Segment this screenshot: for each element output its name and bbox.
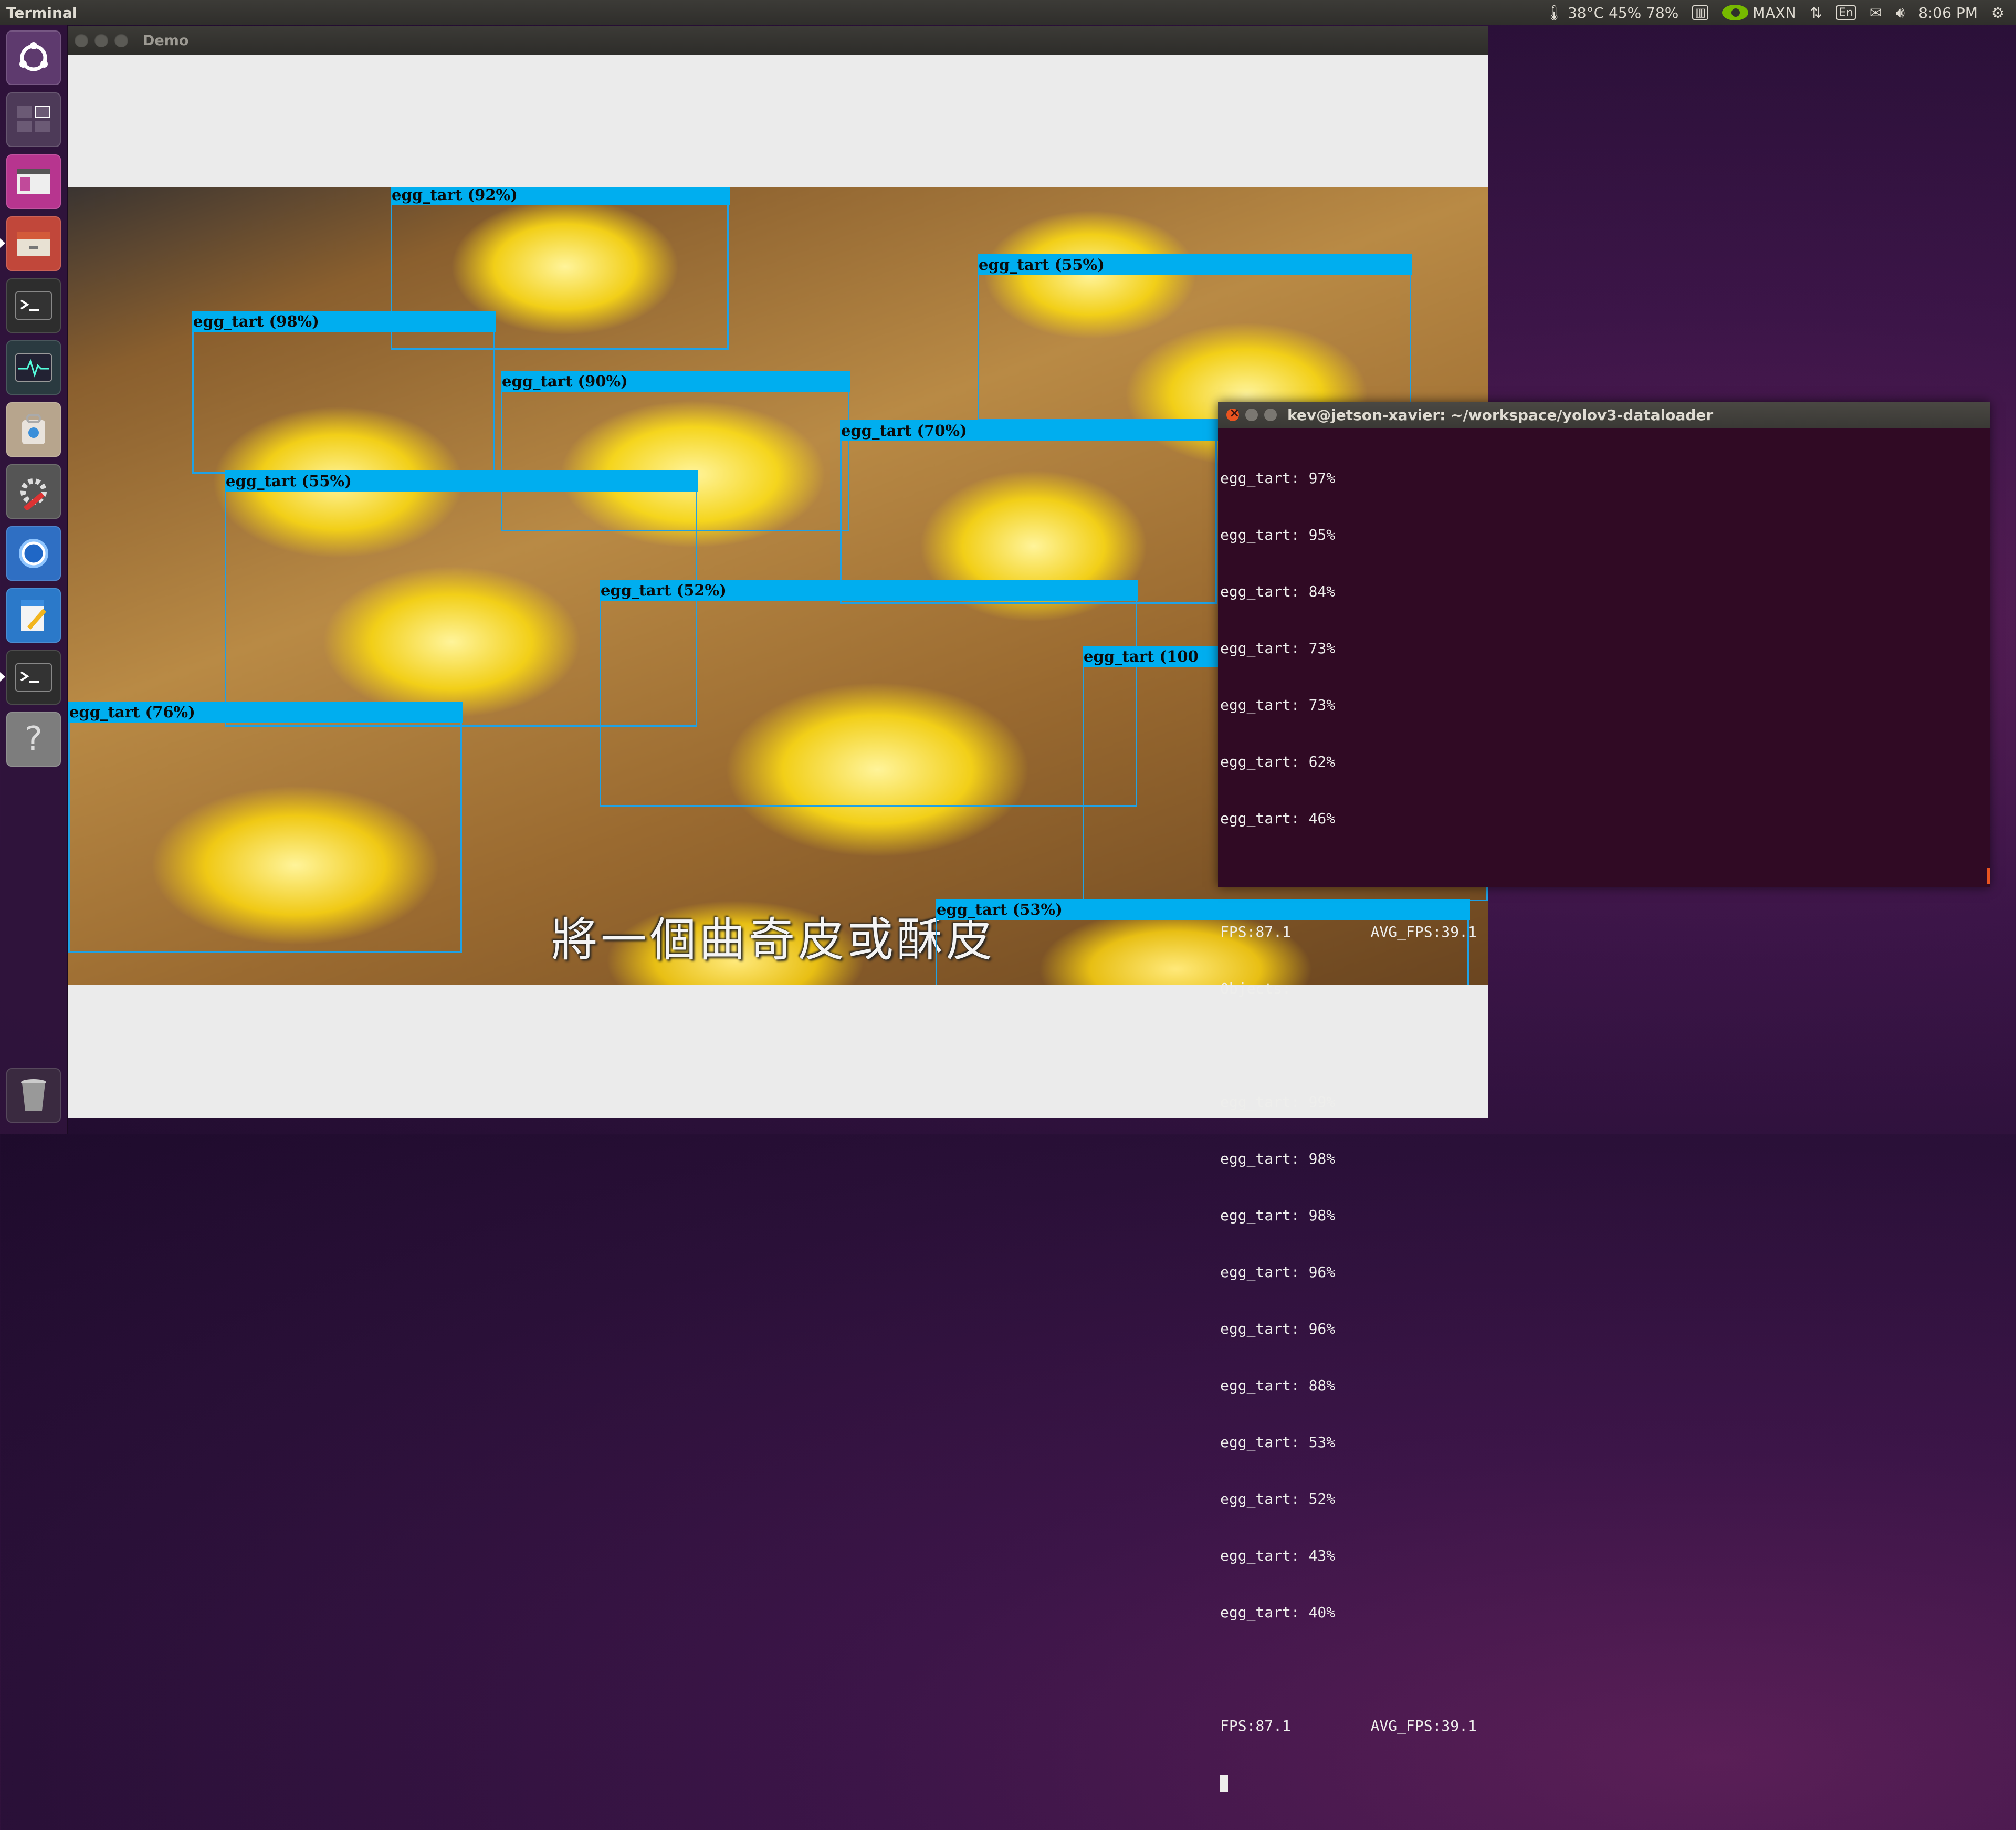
mail-icon[interactable]: ✉ [1870, 4, 1882, 22]
terminal-line: egg_tart: 96% [1220, 1263, 1336, 1281]
software-center-icon[interactable] [6, 402, 61, 457]
indicator-area: 🌡︎ 38°C 45% 78% ▥ MAXN ⇅ En ✉ 🔊︎ 8:06 PM… [1545, 4, 2016, 22]
detection-label: egg_tart (70%) [840, 420, 1218, 441]
terminal-line: egg_tart: 99% [1220, 1093, 1336, 1111]
terminal-line: egg_tart: 88% [1220, 1377, 1336, 1394]
terminal-titlebar[interactable]: kev@jetson-xavier: ~/workspace/yolov3-da… [1218, 402, 1990, 428]
detection-box: egg_tart (55%) [978, 254, 1412, 420]
running-indicator [0, 238, 5, 248]
terminal-prompt-line [1220, 1773, 1988, 1792]
minimize-button[interactable] [94, 34, 108, 47]
thermometer-icon: 🌡︎ [1545, 4, 1563, 22]
terminal-line: egg_tart: 52% [1220, 1490, 1336, 1508]
detection-box: egg_tart (76%) [68, 702, 463, 953]
detection-box: egg_tart (70%) [840, 420, 1218, 604]
minimize-button[interactable] [1245, 409, 1258, 421]
system-settings-icon[interactable] [6, 464, 61, 519]
detection-box: egg_tart (52%) [600, 580, 1138, 807]
terminal-output[interactable]: egg_tart: 97% egg_tart: 95% egg_tart: 84… [1218, 431, 1990, 1792]
terminal-line: egg_tart: 98% [1220, 1207, 1336, 1224]
terminal-line: egg_tart: 40% [1220, 1604, 1336, 1621]
detection-label: egg_tart (52%) [600, 580, 1138, 601]
detection-label: egg_tart (98%) [192, 311, 496, 332]
detection-label: egg_tart (55%) [225, 470, 698, 492]
scrollbar[interactable] [1987, 868, 1990, 884]
terminal-line: egg_tart: 46% [1220, 810, 1336, 827]
launcher: ? [0, 25, 68, 1134]
detection-label: egg_tart (90%) [501, 371, 850, 392]
terminal-line: egg_tart: 53% [1220, 1434, 1336, 1451]
video-subtitle: 將一個曲奇皮或酥皮 [551, 913, 996, 967]
help-icon[interactable]: ? [6, 712, 61, 767]
gear-icon[interactable]: ⚙ [1991, 4, 2004, 22]
terminal-line: egg_tart: 97% [1220, 469, 1336, 487]
terminal-line: egg_tart: 84% [1220, 583, 1336, 600]
sys-status-indicator[interactable]: 🌡︎ 38°C 45% 78% [1545, 4, 1678, 22]
terminal-line: egg_tart: 62% [1220, 753, 1336, 770]
terminal-line: FPS:87.1 AVG_FPS:39.1 [1220, 1717, 1477, 1734]
running-indicator [0, 672, 5, 682]
chromium-icon[interactable] [6, 526, 61, 581]
terminal-window: kev@jetson-xavier: ~/workspace/yolov3-da… [1218, 402, 1990, 1792]
terminal-line: egg_tart: 95% [1220, 526, 1336, 543]
terminal-line: FPS:87.1 AVG_FPS:39.1 [1220, 923, 1477, 940]
terminal-line: Objects: [1220, 980, 1291, 997]
detection-box: egg_tart (98%) [192, 311, 496, 474]
top-panel: Terminal 🌡︎ 38°C 45% 78% ▥ MAXN ⇅ En ✉ 🔊… [0, 0, 2016, 25]
nvpmodel-indicator[interactable]: MAXN [1722, 4, 1797, 22]
terminal-title: kev@jetson-xavier: ~/workspace/yolov3-da… [1287, 406, 1714, 424]
terminal-icon[interactable] [6, 650, 61, 705]
text-cursor [1220, 1775, 1228, 1792]
trash-icon[interactable] [6, 1068, 61, 1123]
detection-label: egg_tart (92%) [391, 187, 730, 205]
terminal-line: egg_tart: 73% [1220, 696, 1336, 714]
clock[interactable]: 8:06 PM [1918, 4, 1978, 22]
monitor-icon[interactable]: ▥ [1692, 5, 1709, 20]
volume-icon[interactable]: 🔊︎ [1895, 4, 1905, 22]
text-editor-icon[interactable] [6, 588, 61, 643]
close-button[interactable] [1226, 405, 1240, 421]
window-title: Demo [143, 32, 189, 49]
terminal-icon[interactable] [6, 278, 61, 333]
window-titlebar[interactable]: Demo [68, 26, 1488, 55]
maximize-button[interactable] [1264, 409, 1277, 421]
nvidia-icon [1722, 5, 1749, 20]
system-monitor-icon[interactable] [6, 340, 61, 395]
keyboard-layout-indicator[interactable]: En [1836, 5, 1856, 20]
terminal-line: egg_tart: 98% [1220, 1150, 1336, 1167]
terminal-line: egg_tart: 73% [1220, 640, 1336, 657]
maximize-button[interactable] [114, 34, 128, 47]
detection-label: egg_tart (55%) [978, 254, 1412, 275]
close-button[interactable] [75, 34, 88, 47]
active-app-name: Terminal [6, 4, 78, 22]
workspace-switcher-icon[interactable] [6, 92, 61, 147]
sys-status-text: 38°C 45% 78% [1567, 4, 1679, 22]
network-arrows-icon[interactable]: ⇅ [1810, 4, 1822, 22]
detection-label: egg_tart (76%) [68, 702, 463, 723]
file-manager-icon[interactable] [6, 216, 61, 271]
ubuntu-dash-icon[interactable] [6, 30, 61, 85]
terminal-line: egg_tart: 96% [1220, 1320, 1336, 1337]
app-window-icon[interactable] [6, 154, 61, 209]
power-mode-text: MAXN [1752, 4, 1797, 22]
terminal-line: egg_tart: 43% [1220, 1547, 1336, 1564]
